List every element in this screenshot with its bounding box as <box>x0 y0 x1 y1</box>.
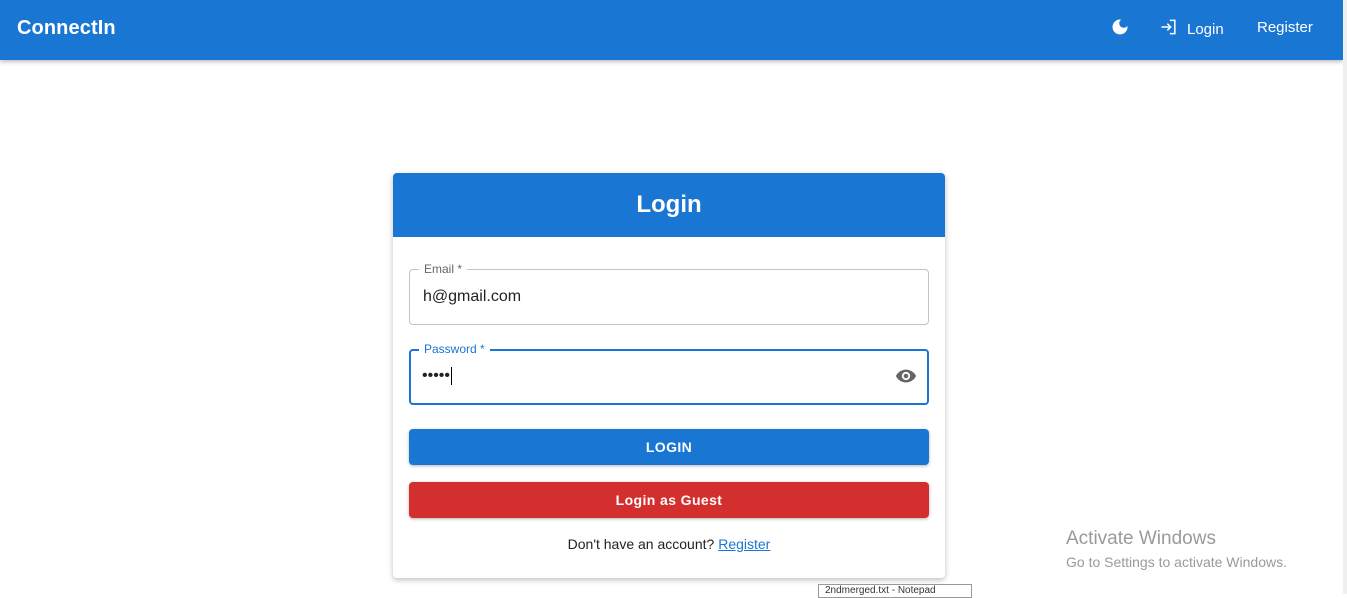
eye-icon <box>895 365 917 392</box>
watermark-title: Activate Windows <box>1066 528 1216 549</box>
nav-login-button[interactable]: Login <box>1159 17 1224 41</box>
login-card: Login Email * h@gmail.com Password * •••… <box>393 173 945 578</box>
taskbar-tooltip: 2ndmerged.txt - Notepad <box>818 584 972 598</box>
activate-windows-watermark: Activate Windows Go to Settings to activ… <box>1066 528 1287 570</box>
theme-toggle-button[interactable] <box>1108 17 1132 41</box>
card-title: Login <box>393 173 945 237</box>
login-as-guest-button[interactable]: Login as Guest <box>409 482 929 518</box>
toggle-password-visibility-button[interactable] <box>894 366 918 390</box>
email-value[interactable]: h@gmail.com <box>423 288 521 306</box>
email-label: Email * <box>419 262 468 276</box>
password-field[interactable]: Password * ••••• <box>409 342 929 405</box>
password-value[interactable]: ••••• <box>422 367 453 385</box>
watermark-subtitle: Go to Settings to activate Windows. <box>1066 554 1287 570</box>
brand-logo[interactable]: ConnectIn <box>17 17 116 40</box>
register-prompt: Don't have an account? Register <box>393 536 945 552</box>
password-label: Password * <box>419 342 490 356</box>
register-link[interactable]: Register <box>718 536 770 552</box>
nav-login-label: Login <box>1187 20 1224 38</box>
text-caret <box>451 367 453 385</box>
login-icon <box>1159 17 1179 41</box>
email-field[interactable]: Email * h@gmail.com <box>409 262 929 325</box>
moon-icon <box>1110 17 1130 42</box>
register-prompt-text: Don't have an account? <box>567 536 715 552</box>
nav-register-button[interactable]: Register <box>1257 19 1313 36</box>
scrollbar[interactable] <box>1343 0 1347 594</box>
app-bar: ConnectIn Login Register <box>0 0 1343 60</box>
login-button[interactable]: LOGIN <box>409 429 929 465</box>
